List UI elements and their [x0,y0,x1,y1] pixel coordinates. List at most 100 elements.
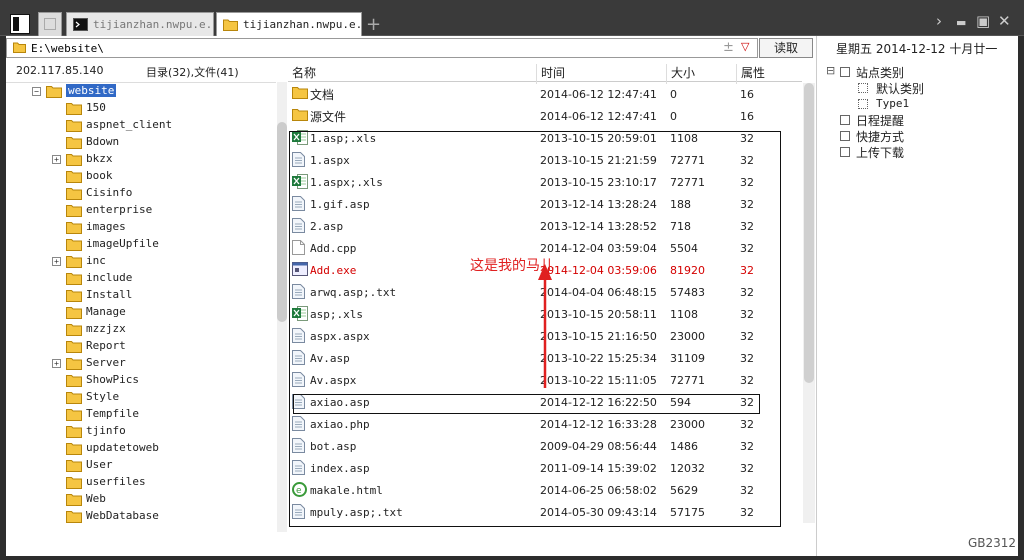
file-time: 2014-06-12 12:47:41 [540,88,657,101]
tree-item[interactable]: Style [6,389,276,406]
new-tab-button[interactable]: + [366,14,381,35]
category-icon [858,99,868,109]
column-name[interactable]: 名称 [292,64,316,81]
title-bar: tijianzhan.nwpu.e... tijianzhan.nwpu.e..… [0,0,1024,36]
folder-icon [66,357,82,373]
tree-item[interactable]: Install [6,287,276,304]
folder-icon [292,86,308,102]
category-item[interactable]: Type1 [818,96,1018,112]
minimize-button[interactable]: ▬ [956,16,966,29]
tree-item[interactable]: userfiles [6,474,276,491]
category-item[interactable]: 日程提醒 [818,112,1018,128]
folder-icon [66,306,82,322]
main-panel: ± ▽ 读取 星期五 2014-12-12 十月廿一 202.117.85.14… [6,36,1018,556]
add-bookmark-button[interactable]: ± [723,40,734,55]
category-item[interactable]: 上传下载 [818,144,1018,160]
folder-icon [66,408,82,424]
column-time[interactable]: 时间 [541,64,565,81]
category-item[interactable]: 快捷方式 [818,128,1018,144]
file-size: 0 [670,88,677,101]
tree-item[interactable]: Manage [6,304,276,321]
column-size[interactable]: 大小 [671,64,695,81]
left-header: 202.117.85.140 目录(32),文件(41) [14,64,274,80]
sidebar-toggle-button[interactable] [10,14,30,34]
tree-item[interactable]: Web [6,491,276,508]
category-item[interactable]: 默认类别 [818,80,1018,96]
scroll-thumb[interactable] [804,83,814,383]
tree-item[interactable]: 150 [6,100,276,117]
file-list-header: 名称 时间 大小 属性 [288,62,802,84]
folder-icon [66,119,82,135]
category-item[interactable]: ⊟ 站点类别 [818,64,1018,80]
tab-terminal[interactable]: tijianzhan.nwpu.e... [66,12,214,36]
tree-item-label: include [86,271,133,284]
read-button[interactable]: 读取 [759,38,813,58]
category-icon [858,83,868,93]
tree-item[interactable]: + inc [6,253,276,270]
tree-item[interactable]: + bkzx [6,151,276,168]
expand-icon[interactable]: + [52,155,61,164]
folder-icon [66,374,82,390]
tree-item-label: Report [86,339,126,352]
chevron-down-icon[interactable]: ▽ [741,40,749,53]
tab-blank[interactable] [38,12,62,36]
expand-icon[interactable]: + [52,359,61,368]
tree-item[interactable]: + Server [6,355,276,372]
file-row[interactable]: 源文件 2014-06-12 12:47:41 0 16 [288,105,802,127]
close-button[interactable]: ✕ [998,12,1011,30]
folder-icon [66,289,82,305]
tree-item[interactable]: include [6,270,276,287]
encoding-label[interactable]: GB2312 [968,536,1016,550]
tree-item[interactable]: User [6,457,276,474]
column-attr[interactable]: 属性 [741,64,765,81]
tree-item[interactable]: Tempfile [6,406,276,423]
file-size: 0 [670,110,677,123]
tree-item[interactable]: ShowPics [6,372,276,389]
tree-item[interactable]: images [6,219,276,236]
tree-item-label: updatetoweb [86,441,159,454]
folder-icon [66,136,82,152]
path-input[interactable] [31,40,711,56]
tree-item[interactable]: aspnet_client [6,117,276,134]
category-label: 站点类别 [856,66,905,80]
tree-item[interactable]: Report [6,338,276,355]
folder-icon [66,204,82,220]
folder-icon [66,340,82,356]
folder-icon [66,323,82,339]
tree-item[interactable]: Cisinfo [6,185,276,202]
collapse-icon[interactable]: − [32,87,41,96]
tree-item-label: book [86,169,113,182]
folder-icon [66,221,82,237]
tree-item[interactable]: WebDatabase [6,508,276,525]
node-icon [840,67,850,77]
tree-item[interactable]: imageUpfile [6,236,276,253]
chevron-right-icon[interactable]: › [936,12,942,30]
panel-icon [13,17,19,31]
tree-item[interactable]: updatetoweb [6,440,276,457]
tree-item[interactable]: enterprise [6,202,276,219]
collapse-icon[interactable]: ⊟ [826,64,835,77]
tree-item[interactable]: mzzjzx [6,321,276,338]
file-list-scrollbar[interactable] [803,83,815,523]
folder-icon [66,442,82,458]
tree-item-label: Style [86,390,120,403]
tree-item[interactable]: Bdown [6,134,276,151]
tree-item-label: Install [86,288,133,301]
file-row[interactable]: 文档 2014-06-12 12:47:41 0 16 [288,83,802,105]
folder-icon [66,272,82,288]
tree-item-label: mzzjzx [86,322,126,335]
folder-icon [66,255,82,271]
tree-item-label: Bdown [86,135,120,148]
tree-item[interactable]: book [6,168,276,185]
panel-divider [816,36,817,556]
tree-item[interactable]: tjinfo [6,423,276,440]
tree-scrollbar[interactable] [277,82,287,532]
tree-root-label[interactable]: website [66,84,117,97]
directory-tree: − website 150 aspnet_client Bdown + bkzx book… [6,82,276,532]
maximize-button[interactable]: ▣ [976,12,990,30]
tree-root[interactable]: − website [6,83,276,100]
expand-icon[interactable]: + [52,257,61,266]
tree-item-label: inc [86,254,106,267]
tab-file-manager[interactable]: tijianzhan.nwpu.e... [216,12,362,36]
scroll-thumb[interactable] [277,122,287,322]
